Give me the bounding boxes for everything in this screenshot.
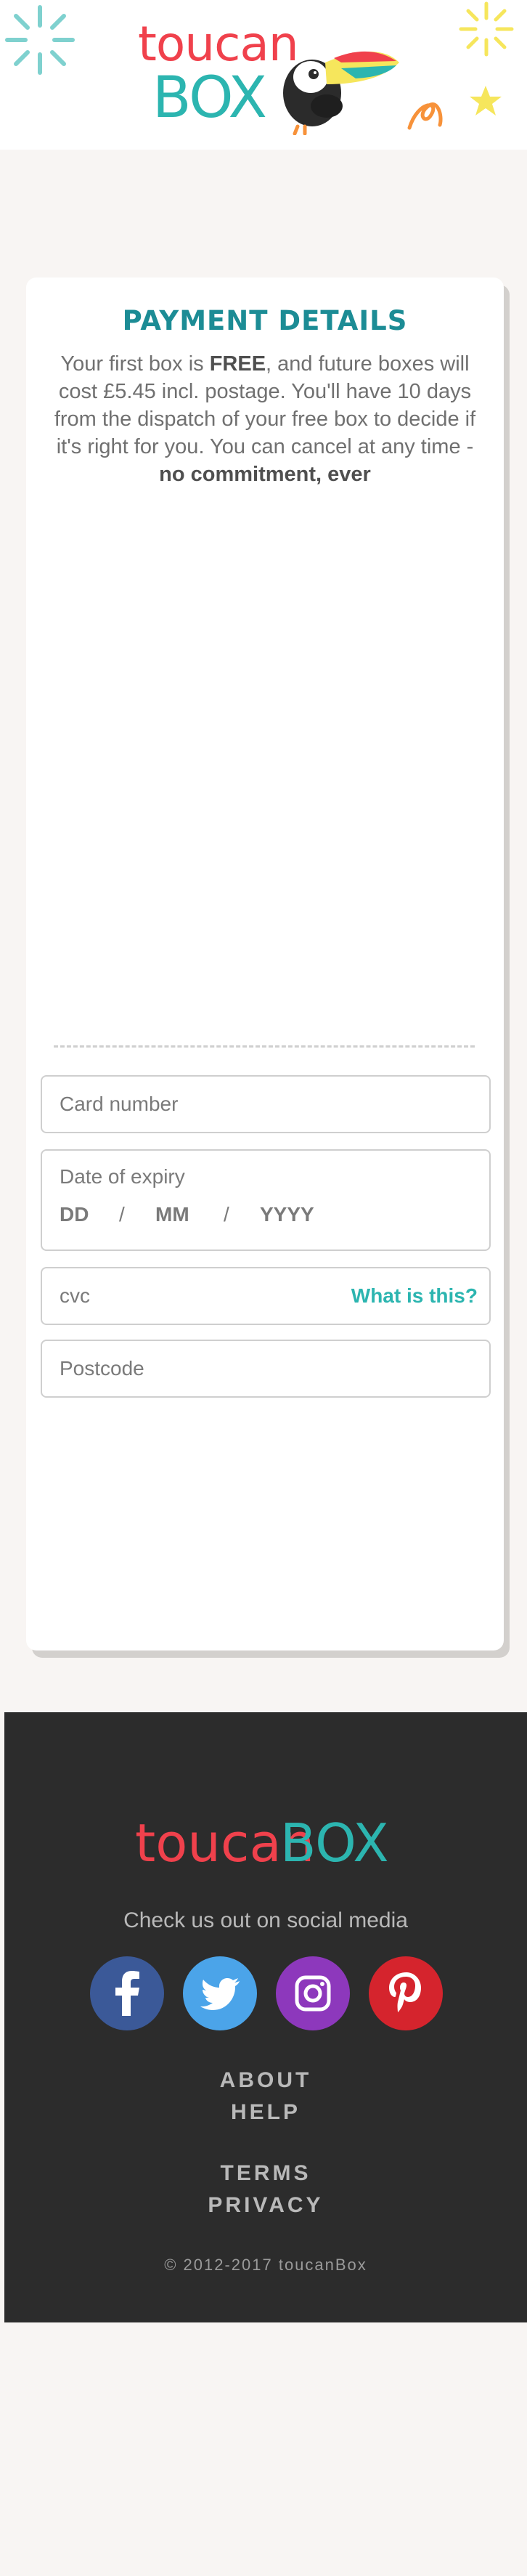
postcode-placeholder: Postcode	[60, 1357, 144, 1380]
expiry-day-input[interactable]: DD	[60, 1203, 89, 1226]
postcode-input[interactable]: Postcode	[41, 1340, 491, 1398]
sparkle-icon	[5, 5, 75, 75]
footer-link-help[interactable]: HELP	[4, 2100, 527, 2125]
facebook-icon[interactable]	[90, 1956, 164, 2030]
footer-link-about[interactable]: ABOUT	[4, 2068, 527, 2093]
payment-card: PAYMENT DETAILS Your first box is FREE, …	[26, 278, 504, 1650]
expiry-separator: /	[224, 1203, 229, 1226]
site-header: toucan BOX	[0, 0, 527, 150]
card-number-input[interactable]: Card number	[41, 1075, 491, 1133]
expiry-year-input[interactable]: YYYY	[260, 1203, 314, 1226]
expiry-label: Date of expiry	[60, 1165, 185, 1188]
site-logo[interactable]: toucan BOX	[138, 16, 407, 135]
cvc-placeholder: cvc	[60, 1284, 90, 1307]
pinterest-icon[interactable]	[369, 1956, 443, 2030]
expiry-separator: /	[119, 1203, 125, 1226]
footer-logo[interactable]: toucan BOX	[135, 1812, 396, 1878]
social-heading: Check us out on social media	[123, 1908, 408, 1932]
site-footer: toucan BOX Check us out on social media …	[4, 1712, 527, 2322]
cvc-input[interactable]: cvc What is this?	[41, 1267, 491, 1325]
star-icon	[470, 86, 502, 116]
instagram-icon[interactable]	[276, 1956, 350, 2030]
payment-title: PAYMENT DETAILS	[122, 305, 408, 336]
intro-commitment: no commitment, ever	[159, 463, 371, 486]
logo-text-box: BOX	[152, 65, 267, 131]
intro-free: FREE	[209, 352, 266, 376]
twitter-icon[interactable]	[183, 1956, 257, 2030]
payment-intro: Your first box is FREE, and future boxes…	[51, 350, 479, 488]
divider	[54, 1045, 475, 1048]
intro-text: Your first box is	[60, 352, 210, 376]
squiggle-icon	[407, 102, 443, 130]
cvc-help-link[interactable]: What is this?	[351, 1284, 478, 1308]
footer-link-privacy[interactable]: PRIVACY	[4, 2193, 527, 2218]
expiry-date-field: Date of expiry DD / MM / YYYY	[41, 1149, 491, 1251]
footer-logo-box: BOX	[280, 1812, 389, 1874]
footer-link-terms[interactable]: TERMS	[4, 2161, 527, 2186]
sparkle-icon	[459, 1, 514, 57]
card-number-placeholder: Card number	[60, 1093, 179, 1115]
toucan-icon	[283, 51, 399, 135]
expiry-month-input[interactable]: MM	[155, 1203, 189, 1226]
copyright: © 2012-2017 toucanBox	[164, 2256, 367, 2274]
